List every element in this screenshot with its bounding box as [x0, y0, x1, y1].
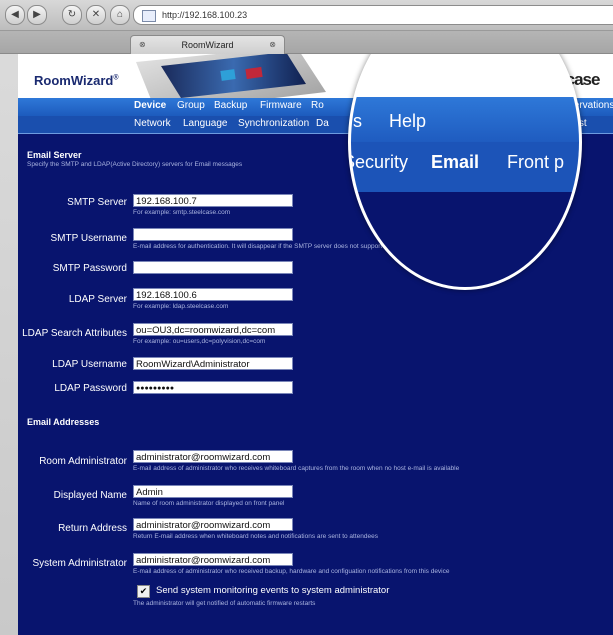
ldap-server-input[interactable]: 192.168.100.6	[133, 288, 293, 301]
reload-icon[interactable]: ↻	[62, 5, 82, 25]
smtp-username-input[interactable]	[133, 228, 293, 241]
return-address-label: Return Address	[58, 523, 127, 534]
magnifier-nav-help: Help	[389, 111, 427, 131]
system-administrator-input[interactable]: administrator@roomwizard.com	[133, 553, 293, 566]
email-server-title: Email Server	[27, 150, 82, 160]
displayed-name-label: Displayed Name	[53, 490, 127, 501]
subnav-date[interactable]: Da	[316, 118, 329, 129]
magnifier-lens: s Help Security Email Front p	[348, 54, 582, 290]
tab-close-icon[interactable]: ⊗	[139, 36, 146, 54]
email-server-description: Specify the SMTP and LDAP(Active Directo…	[27, 161, 243, 168]
forward-icon[interactable]: ▶	[27, 5, 47, 25]
smtp-server-hint: For example: smtp.steelcase.com	[133, 209, 231, 216]
ldap-username-label: LDAP Username	[52, 359, 127, 370]
device-image	[136, 54, 326, 98]
page-icon	[142, 9, 156, 22]
smtp-server-input[interactable]: 192.168.100.7	[133, 194, 293, 207]
address-bar[interactable]: http://192.168.100.23	[133, 5, 613, 25]
ldap-server-label: LDAP Server	[68, 294, 127, 305]
tab-title: RoomWizard	[181, 40, 234, 50]
nav-device[interactable]: Device	[134, 100, 166, 111]
address-text: http://192.168.100.23	[162, 10, 248, 20]
ldap-username-input[interactable]: RoomWizard\Administrator	[133, 357, 293, 370]
room-administrator-input[interactable]: administrator@roomwizard.com	[133, 450, 293, 463]
stop-icon[interactable]: ✕	[86, 5, 106, 25]
ldap-search-attributes-hint: For example: ou=users,dc=polyvision,dc=c…	[133, 338, 266, 345]
return-address-hint: Return E-mail address when whiteboard no…	[133, 533, 378, 540]
smtp-password-input[interactable]	[133, 261, 293, 274]
magnifier-primary-nav: s Help	[351, 97, 579, 142]
system-administrator-label: System Administrator	[32, 558, 127, 569]
monitoring-checkbox-hint: The administrator will get notified of a…	[133, 600, 316, 607]
roomwizard-logo: RoomWizard®	[34, 73, 119, 88]
subnav-network[interactable]: Network	[134, 118, 171, 129]
smtp-username-label: SMTP Username	[50, 233, 127, 244]
magnifier-page-area	[351, 192, 579, 287]
smtp-server-label: SMTP Server	[67, 197, 127, 208]
monitoring-checkbox[interactable]: ✔	[137, 585, 150, 598]
magnifier-nav-item: s	[353, 111, 362, 131]
ldap-search-attributes-input[interactable]: ou=OU3,dc=roomwizard,dc=com	[133, 323, 293, 336]
room-administrator-label: Room Administrator	[39, 456, 127, 467]
subnav-synchronization[interactable]: Synchronization	[238, 118, 309, 129]
smtp-password-label: SMTP Password	[52, 263, 127, 274]
email-addresses-title: Email Addresses	[27, 417, 100, 427]
ldap-password-label: LDAP Password	[54, 383, 127, 394]
web-page: RoomWizard® eelcase Device Group Backup …	[18, 54, 613, 635]
magnifier-tab-security: Security	[348, 152, 409, 172]
nav-backup[interactable]: Backup	[214, 100, 247, 111]
browser-window: ◀ ▶ ↻ ✕ ⌂ http://192.168.100.23 ⊗ RoomWi…	[0, 0, 613, 635]
magnifier-tab-email: Email	[431, 152, 480, 172]
browser-toolbar: ◀ ▶ ↻ ✕ ⌂ http://192.168.100.23	[0, 0, 613, 31]
subnav-language[interactable]: Language	[183, 118, 228, 129]
home-icon[interactable]: ⌂	[110, 5, 130, 25]
return-address-input[interactable]: administrator@roomwizard.com	[133, 518, 293, 531]
tab-close-icon[interactable]: ⊗	[269, 36, 276, 54]
back-icon[interactable]: ◀	[5, 5, 25, 25]
nav-firmware[interactable]: Firmware	[260, 100, 302, 111]
browser-tab[interactable]: ⊗ RoomWizard ⊗	[130, 35, 285, 54]
nav-group[interactable]: Group	[177, 100, 205, 111]
nav-room[interactable]: Ro	[311, 100, 324, 111]
magnifier-tab-front-panel: Front p	[507, 152, 565, 172]
ldap-server-hint: For example: ldap.steelcase.com	[133, 303, 229, 310]
room-administrator-hint: E-mail address of administrator who rece…	[133, 465, 460, 472]
displayed-name-hint: Name of room administrator displayed on …	[133, 500, 285, 507]
displayed-name-input[interactable]: Admin	[133, 485, 293, 498]
tab-bar: ⊗ RoomWizard ⊗	[0, 31, 613, 54]
ldap-search-attributes-label: LDAP Search Attributes	[22, 328, 127, 339]
magnifier-secondary-nav: Security Email Front p	[351, 142, 579, 192]
ldap-password-input[interactable]: ●●●●●●●●●	[133, 381, 293, 394]
system-administrator-hint: E-mail address of administrator who rece…	[133, 568, 450, 575]
monitoring-checkbox-label: Send system monitoring events to system …	[156, 585, 390, 596]
